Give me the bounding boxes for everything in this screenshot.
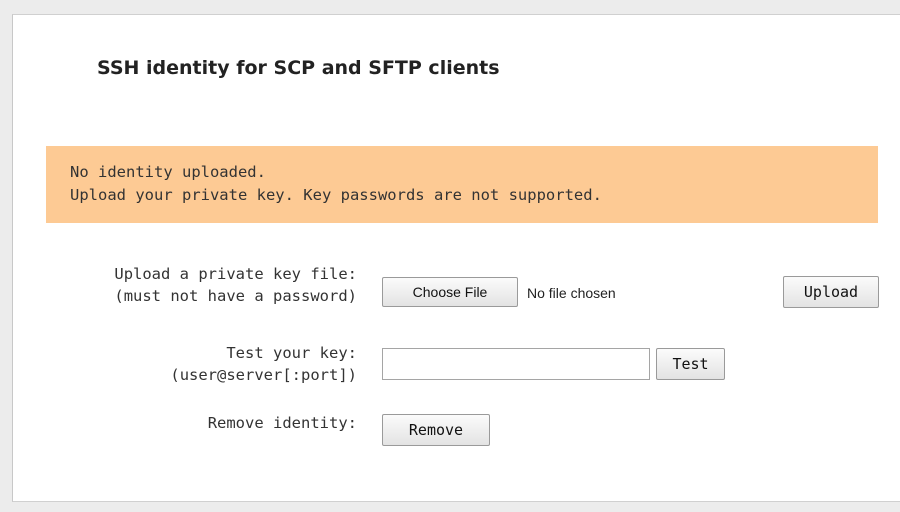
file-chosen-status: No file chosen — [527, 285, 616, 301]
alert-line-instruction: Upload your private key. Key passwords a… — [70, 186, 602, 204]
test-key-label-line1: Test your key: — [226, 344, 357, 362]
alert-line-status: No identity uploaded. — [70, 163, 266, 181]
remove-identity-label: Remove identity: — [208, 412, 357, 434]
no-identity-alert: No identity uploaded. Upload your privat… — [46, 146, 878, 223]
section-title: SSH identity for SCP and SFTP clients — [97, 57, 500, 79]
remove-button[interactable]: Remove — [382, 414, 490, 446]
test-key-label-line2: (user@server[:port]) — [170, 366, 357, 384]
upload-button[interactable]: Upload — [783, 276, 879, 308]
test-key-label: Test your key: (user@server[:port]) — [170, 342, 357, 386]
ssh-identity-panel: SSH identity for SCP and SFTP clients No… — [12, 14, 900, 502]
upload-key-label-line1: Upload a private key file: — [114, 265, 357, 283]
test-key-server-input[interactable] — [382, 348, 650, 380]
page-background: SSH identity for SCP and SFTP clients No… — [0, 0, 900, 512]
test-button[interactable]: Test — [656, 348, 725, 380]
choose-file-button[interactable]: Choose File — [382, 277, 518, 307]
upload-key-label: Upload a private key file: (must not hav… — [114, 263, 357, 307]
upload-key-label-line2: (must not have a password) — [114, 287, 357, 305]
remove-identity-label-text: Remove identity: — [207, 414, 357, 432]
